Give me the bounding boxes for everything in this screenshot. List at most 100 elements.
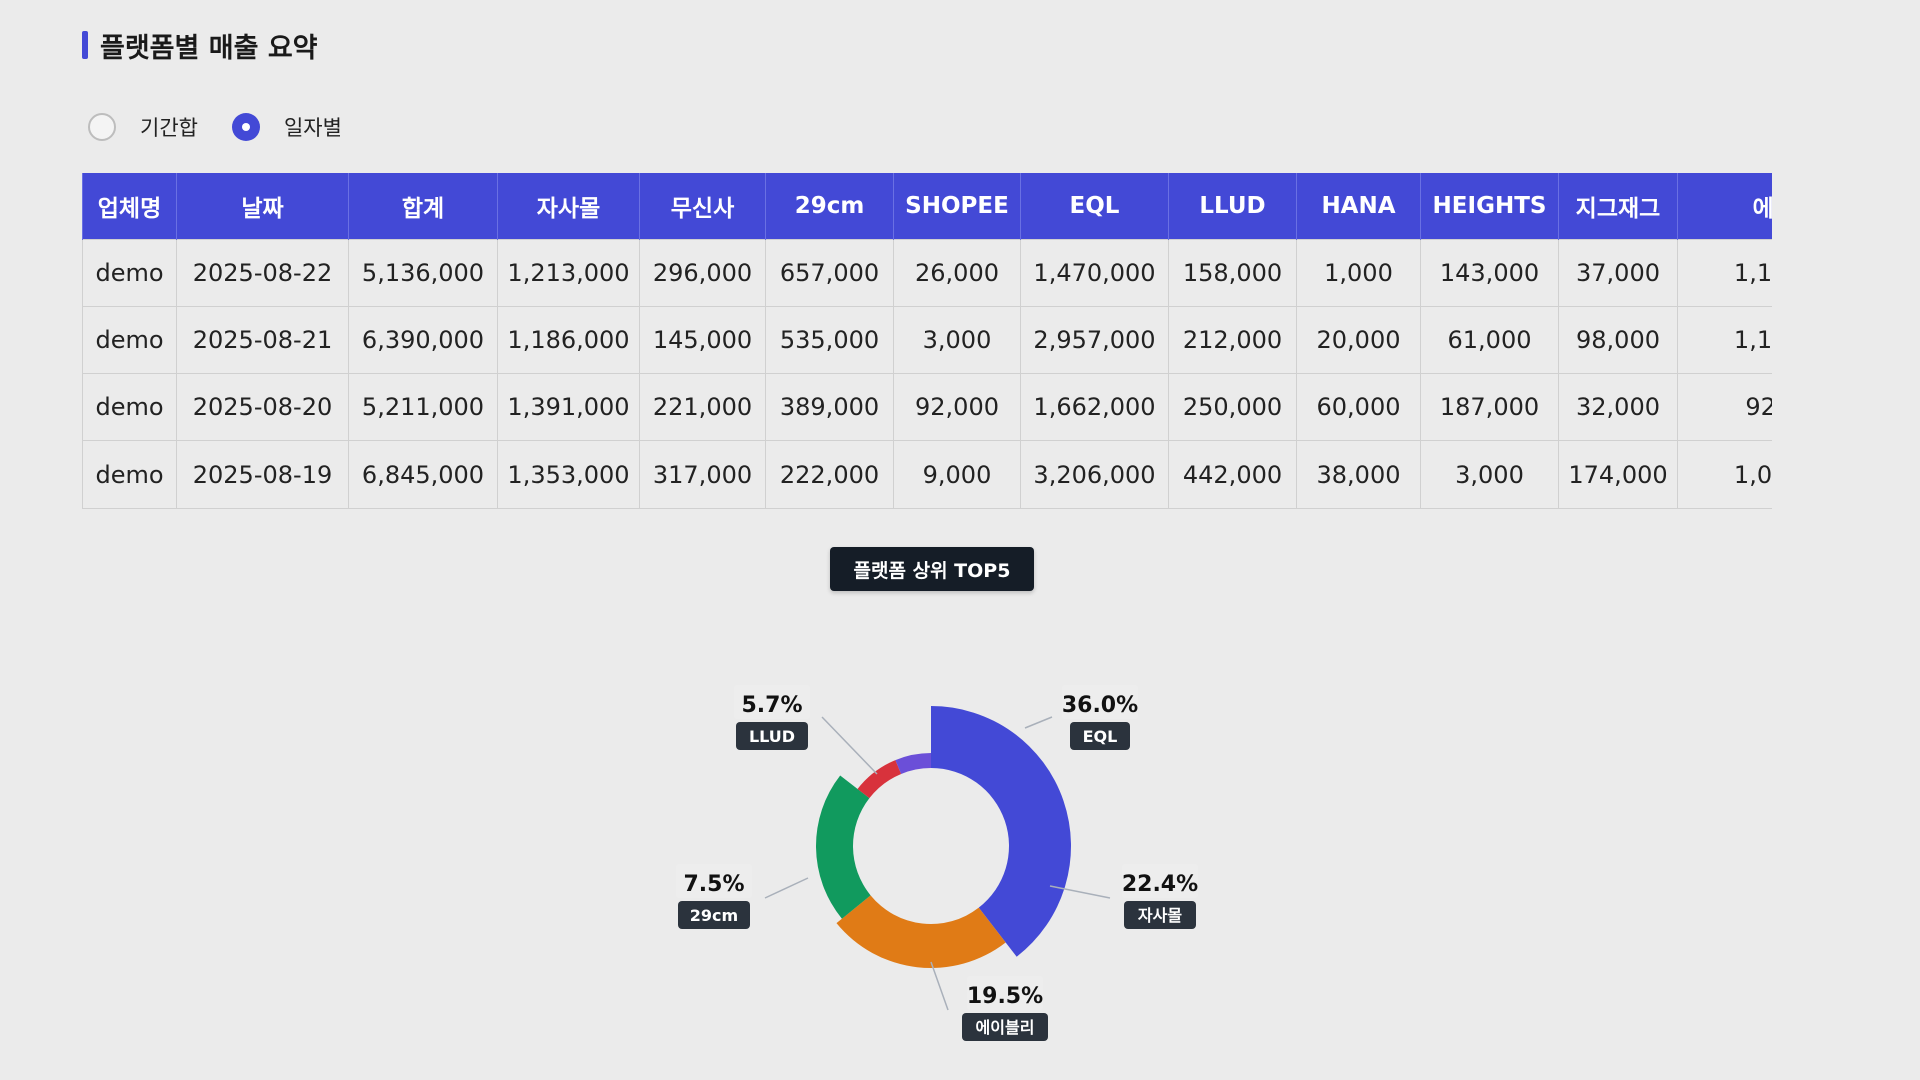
sales-table-container[interactable]: 업체명 날짜 합계 자사몰 무신사 29cm SHOPEE EQL LLUD H… [82, 173, 1772, 516]
table-cell: 657,000 [765, 239, 894, 307]
table-cell: 6,845,000 [348, 440, 498, 509]
table-row: demo 2025-08-22 5,136,000 1,213,000 296,… [82, 239, 1772, 307]
table-cell: 212,000 [1168, 306, 1297, 374]
donut-leader-line [1024, 716, 1053, 729]
table-header-row: 업체명 날짜 합계 자사몰 무신사 29cm SHOPEE EQL LLUD H… [82, 173, 1772, 240]
donut-slice-name: 에이블리 [976, 1018, 1035, 1037]
radio-period-sum-label[interactable]: 기간합 [140, 112, 198, 142]
table-cell: 32,000 [1558, 373, 1678, 441]
donut-leader-line [764, 877, 809, 899]
donut-leader-line [1049, 885, 1111, 899]
table-cell: 222,000 [765, 440, 894, 509]
donut-label-bg [967, 976, 1043, 1010]
donut-percent-label: 19.5% [967, 984, 1043, 1009]
table-cell: 1,391,000 [497, 373, 640, 441]
table-cell: 143,000 [1420, 239, 1559, 307]
table-cell: 317,000 [639, 440, 766, 509]
table-cell: 1,081,000 [1677, 440, 1772, 509]
donut-data-label: 7.5% 29cm [676, 864, 752, 929]
donut-slice-1[interactable] [931, 706, 1071, 957]
table-cell: 535,000 [765, 306, 894, 374]
table-cell: 3,206,000 [1020, 440, 1169, 509]
donut-data-label: 19.5% 에이블리 [962, 976, 1048, 1041]
col-header-total[interactable]: 합계 [348, 173, 498, 240]
section-title: 플랫폼별 매출 요약 [100, 32, 318, 64]
table-cell: 2025-08-19 [176, 440, 349, 509]
col-header-hana[interactable]: HANA [1296, 173, 1421, 240]
table-cell: 2025-08-21 [176, 306, 349, 374]
sales-table: 업체명 날짜 합계 자사몰 무신사 29cm SHOPEE EQL LLUD H… [82, 173, 1772, 509]
donut-data-label: 22.4% 자사몰 [1122, 864, 1198, 929]
section-header: 플랫폼별 매출 요약 [82, 26, 318, 64]
col-header-zigzag[interactable]: 지그재그 [1558, 173, 1678, 240]
table-cell: 26,000 [893, 239, 1021, 307]
donut-leader-line [821, 716, 878, 775]
donut-slice-5[interactable] [895, 753, 931, 774]
col-header-own-mall[interactable]: 자사몰 [497, 173, 640, 240]
table-cell: 1,662,000 [1020, 373, 1169, 441]
table-cell: 1,353,000 [497, 440, 640, 509]
donut-label-bg [1062, 685, 1138, 719]
radio-period-sum-circle[interactable] [88, 113, 116, 141]
table-cell: 389,000 [765, 373, 894, 441]
table-cell: 158,000 [1168, 239, 1297, 307]
table-cell: 98,000 [1558, 306, 1678, 374]
radio-daily-circle[interactable] [231, 113, 260, 141]
table-row: demo 2025-08-21 6,390,000 1,186,000 145,… [82, 306, 1772, 374]
view-mode-radio-group: 기간합 일자별 [88, 112, 376, 142]
table-cell: demo [82, 440, 177, 509]
col-header-company[interactable]: 업체명 [82, 173, 177, 240]
page: 플랫폼별 매출 요약 기간합 일자별 업체명 날짜 합계 자사몰 무신사 29c… [0, 0, 1920, 1080]
radio-daily[interactable]: 일자별 [231, 112, 342, 142]
table-cell: 296,000 [639, 239, 766, 307]
table-cell: 92,000 [893, 373, 1021, 441]
table-cell: 37,000 [1558, 239, 1678, 307]
table-cell: 145,000 [639, 306, 766, 374]
table-cell: 9,000 [893, 440, 1021, 509]
donut-percent-label: 7.5% [683, 872, 744, 897]
table-cell: 6,390,000 [348, 306, 498, 374]
table-cell: 1,135,000 [1677, 239, 1772, 307]
donut-label-bg [734, 685, 810, 719]
donut-slice-name: EQL [1083, 727, 1118, 746]
donut-label-bg [676, 864, 752, 898]
table-cell: demo [82, 373, 177, 441]
radio-daily-label[interactable]: 일자별 [284, 112, 342, 142]
donut-name-tag [962, 1013, 1048, 1041]
table-cell: 2025-08-20 [176, 373, 349, 441]
col-header-shopee[interactable]: SHOPEE [893, 173, 1021, 240]
table-cell: 174,000 [1558, 440, 1678, 509]
col-header-ably[interactable]: 에이블리 [1677, 173, 1772, 240]
donut-data-label: 36.0% EQL [1062, 685, 1138, 750]
donut-percent-label: 5.7% [741, 693, 802, 718]
donut-slice-3[interactable] [816, 775, 871, 919]
col-header-29cm[interactable]: 29cm [765, 173, 894, 240]
top5-badge: 플랫폼 상위 TOP5 [830, 547, 1034, 591]
donut-name-tag [1070, 722, 1130, 750]
table-cell: 1,173,000 [1677, 306, 1772, 374]
donut-slice-2[interactable] [836, 895, 1006, 968]
radio-period-sum[interactable]: 기간합 [88, 112, 198, 142]
table-cell: 3,000 [893, 306, 1021, 374]
table-cell: 1,213,000 [497, 239, 640, 307]
donut-name-tag [736, 722, 808, 750]
title-accent-bar [82, 31, 88, 59]
table-cell: 1,186,000 [497, 306, 640, 374]
table-cell: 187,000 [1420, 373, 1559, 441]
table-cell: 2025-08-22 [176, 239, 349, 307]
col-header-heights[interactable]: HEIGHTS [1420, 173, 1559, 240]
donut-slice-name: LLUD [749, 727, 795, 746]
table-cell: 1,000 [1296, 239, 1421, 307]
donut-slice-name: 자사몰 [1138, 906, 1182, 925]
col-header-eql[interactable]: EQL [1020, 173, 1169, 240]
table-cell: 61,000 [1420, 306, 1559, 374]
col-header-musinsa[interactable]: 무신사 [639, 173, 766, 240]
table-cell: 3,000 [1420, 440, 1559, 509]
col-header-llud[interactable]: LLUD [1168, 173, 1297, 240]
table-cell: demo [82, 306, 177, 374]
donut-name-tag [1124, 901, 1196, 929]
donut-slice-4[interactable] [857, 760, 902, 799]
table-cell: 927,000 [1677, 373, 1772, 441]
donut-percent-label: 36.0% [1062, 693, 1138, 718]
col-header-date[interactable]: 날짜 [176, 173, 349, 240]
